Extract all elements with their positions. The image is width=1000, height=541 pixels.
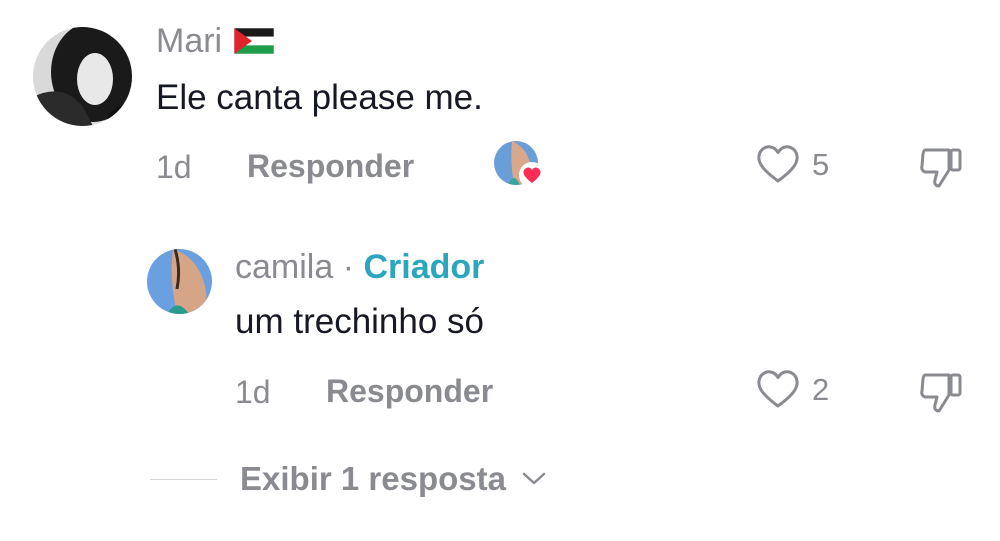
view-replies-button[interactable]: Exibir 1 resposta xyxy=(240,460,547,498)
heart-outline-icon xyxy=(757,370,799,408)
name-separator: · xyxy=(342,248,355,286)
creator-badge: Criador xyxy=(363,248,485,286)
replies-divider xyxy=(150,479,217,480)
creator-liked-badge xyxy=(494,141,548,191)
comment-text: um trechinho só xyxy=(235,302,485,341)
username-text: Mari xyxy=(156,22,223,60)
comment-username[interactable]: camila · Criador xyxy=(235,248,484,287)
comment-time: 1d xyxy=(156,149,192,185)
thumbs-down-icon xyxy=(920,373,962,413)
like-count: 2 xyxy=(812,372,830,407)
heart-outline-icon xyxy=(757,145,799,183)
heart-filled-icon xyxy=(519,162,545,188)
username-text: camila xyxy=(235,248,334,286)
dislike-button[interactable] xyxy=(917,369,965,415)
reply-button[interactable]: Responder xyxy=(247,148,414,185)
comment-username[interactable]: Mari xyxy=(156,22,274,61)
comment-time: 1d xyxy=(235,374,271,410)
like-button[interactable]: 2 xyxy=(754,368,834,412)
avatar-camila[interactable] xyxy=(147,249,212,314)
thumbs-down-icon xyxy=(920,148,962,188)
palestine-flag-icon xyxy=(233,27,274,55)
avatar-mari[interactable] xyxy=(33,27,132,126)
like-button[interactable]: 5 xyxy=(754,143,834,187)
reply-button[interactable]: Responder xyxy=(326,373,493,410)
dislike-button[interactable] xyxy=(917,144,965,190)
chevron-down-icon xyxy=(522,472,546,485)
like-count: 5 xyxy=(812,147,830,182)
comment-text: Ele canta please me. xyxy=(156,78,483,117)
view-replies-label: Exibir 1 resposta xyxy=(240,460,506,497)
